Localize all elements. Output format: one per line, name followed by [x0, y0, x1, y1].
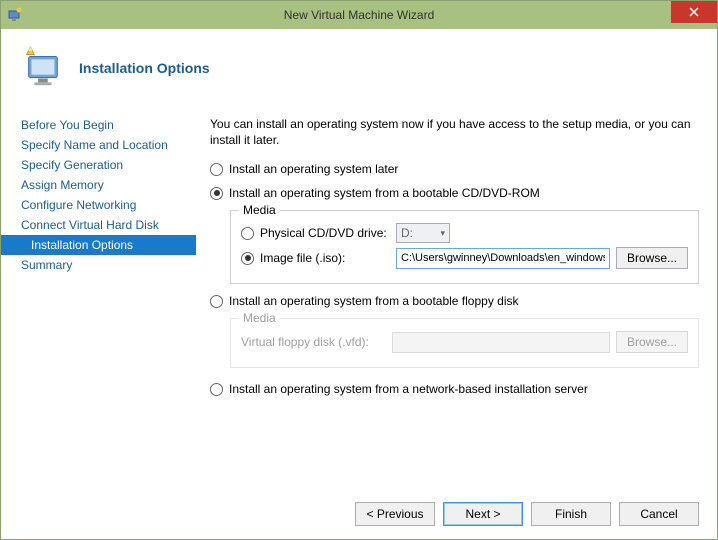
sidebar-item-configure-networking[interactable]: Configure Networking	[1, 195, 196, 215]
wizard-window: New Virtual Machine Wizard Installation …	[0, 0, 718, 540]
page-title: Installation Options	[79, 60, 210, 76]
wizard-body: Before You Begin Specify Name and Locati…	[1, 107, 717, 489]
option-label: Install an operating system from a boota…	[229, 294, 519, 308]
cancel-button[interactable]: Cancel	[619, 502, 699, 526]
browse-vfd-button: Browse...	[616, 331, 688, 353]
radio-icon	[210, 295, 223, 308]
physical-drive-row[interactable]: Physical CD/DVD drive: D: ▾	[241, 223, 688, 243]
physical-drive-label: Physical CD/DVD drive:	[260, 226, 390, 240]
sidebar-item-before-you-begin[interactable]: Before You Begin	[1, 115, 196, 135]
app-icon	[7, 7, 23, 23]
fieldset-legend: Media	[239, 311, 280, 325]
radio-icon	[241, 227, 254, 240]
image-file-input[interactable]	[396, 248, 610, 269]
option-install-floppy[interactable]: Install an operating system from a boota…	[210, 294, 699, 308]
sidebar-item-installation-options[interactable]: Installation Options	[1, 235, 196, 255]
browse-iso-button[interactable]: Browse...	[616, 247, 688, 269]
content-pane: You can install an operating system now …	[196, 107, 717, 489]
image-file-label: Image file (.iso):	[260, 251, 390, 265]
media-cd-fieldset: Media Physical CD/DVD drive: D: ▾ Image …	[230, 210, 699, 284]
sidebar-item-specify-name[interactable]: Specify Name and Location	[1, 135, 196, 155]
option-label: Install an operating system from a boota…	[229, 186, 540, 200]
option-label: Install an operating system later	[229, 162, 398, 176]
fieldset-legend: Media	[239, 203, 280, 217]
sidebar-item-connect-vhd[interactable]: Connect Virtual Hard Disk	[1, 215, 196, 235]
finish-button[interactable]: Finish	[531, 502, 611, 526]
previous-button[interactable]: < Previous	[355, 502, 435, 526]
intro-text: You can install an operating system now …	[210, 117, 699, 148]
option-install-cd[interactable]: Install an operating system from a boota…	[210, 186, 699, 200]
radio-icon	[210, 163, 223, 176]
physical-drive-combo[interactable]: D: ▾	[396, 223, 450, 243]
close-button[interactable]	[671, 1, 717, 23]
wizard-header: Installation Options	[1, 29, 717, 107]
monitor-icon	[19, 45, 65, 91]
option-install-later[interactable]: Install an operating system later	[210, 162, 699, 176]
vfd-label: Virtual floppy disk (.vfd):	[241, 335, 386, 349]
radio-icon	[241, 252, 254, 265]
chevron-down-icon: ▾	[440, 228, 445, 239]
radio-icon	[210, 187, 223, 200]
media-floppy-fieldset: Media Virtual floppy disk (.vfd): Browse…	[230, 318, 699, 368]
wizard-footer: < Previous Next > Finish Cancel	[1, 489, 717, 539]
sidebar-item-summary[interactable]: Summary	[1, 255, 196, 275]
titlebar: New Virtual Machine Wizard	[1, 1, 717, 29]
next-button[interactable]: Next >	[443, 502, 523, 526]
radio-icon	[210, 383, 223, 396]
close-icon	[689, 7, 699, 17]
option-label: Install an operating system from a netwo…	[229, 382, 588, 396]
vfd-input	[392, 332, 610, 353]
option-install-network[interactable]: Install an operating system from a netwo…	[210, 382, 699, 396]
sidebar-item-assign-memory[interactable]: Assign Memory	[1, 175, 196, 195]
sidebar: Before You Begin Specify Name and Locati…	[1, 107, 196, 489]
sidebar-item-specify-generation[interactable]: Specify Generation	[1, 155, 196, 175]
combo-value: D:	[401, 226, 413, 240]
image-file-row[interactable]: Image file (.iso): Browse...	[241, 247, 688, 269]
window-title: New Virtual Machine Wizard	[1, 8, 717, 22]
